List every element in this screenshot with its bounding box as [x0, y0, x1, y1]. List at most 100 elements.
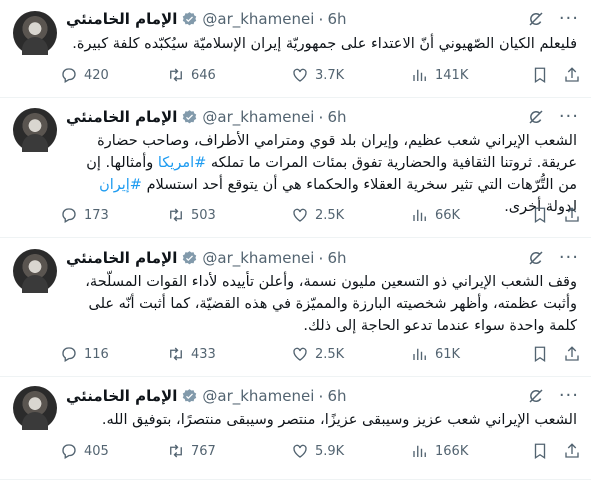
- verified-badge-icon: [183, 388, 197, 402]
- retweet-button[interactable]: 503: [167, 206, 291, 224]
- reply-icon: [62, 444, 76, 459]
- views-button[interactable]: 66K: [411, 206, 521, 224]
- grok-icon[interactable]: [527, 387, 545, 405]
- grok-icon[interactable]: [527, 249, 545, 267]
- like-count: 2.5K: [315, 207, 345, 223]
- reply-button[interactable]: 420: [60, 66, 167, 84]
- verified-badge-icon: [183, 11, 197, 25]
- more-icon[interactable]: ···: [559, 249, 579, 267]
- timestamp[interactable]: 6h: [327, 108, 346, 126]
- retweet-count: 503: [191, 207, 216, 223]
- reply-count: 420: [84, 67, 109, 83]
- tweet[interactable]: الإمام الخامنئي @ar_khamenei · 6h ··· فل…: [0, 0, 591, 98]
- view-count: 166K: [435, 443, 469, 459]
- like-count: 5.9K: [315, 443, 345, 459]
- views-icon: [413, 69, 426, 81]
- tweet[interactable]: الإمام الخامنئي @ar_khamenei · 6h ··· ال…: [0, 377, 591, 480]
- tweet-actions: 116 433 2.5K 61K: [60, 343, 581, 365]
- share-icon[interactable]: [563, 442, 581, 460]
- hashtag-link[interactable]: #إيران: [99, 177, 142, 193]
- reply-button[interactable]: 116: [60, 345, 167, 363]
- tweet-actions: 173 503 2.5K 66K: [60, 204, 581, 226]
- tweet-header: الإمام الخامنئي @ar_khamenei · 6h ···: [66, 9, 579, 29]
- bookmark-icon[interactable]: [531, 345, 549, 363]
- avatar[interactable]: [13, 386, 57, 430]
- like-button[interactable]: 5.9K: [291, 442, 411, 460]
- bookmark-icon[interactable]: [531, 206, 549, 224]
- avatar[interactable]: [13, 108, 57, 152]
- reply-count: 116: [84, 346, 109, 362]
- timestamp[interactable]: 6h: [327, 10, 346, 28]
- share-icon[interactable]: [563, 66, 581, 84]
- verified-badge-icon: [183, 250, 197, 264]
- like-count: 3.7K: [315, 67, 345, 83]
- like-icon: [293, 68, 307, 82]
- tweet-actions: 405 767 5.9K 166K: [60, 440, 581, 462]
- views-button[interactable]: 166K: [411, 442, 521, 460]
- tweet-header: الإمام الخامنئي @ar_khamenei · 6h ···: [66, 248, 579, 268]
- like-button[interactable]: 2.5K: [291, 345, 411, 363]
- reply-icon: [62, 347, 76, 362]
- handle[interactable]: @ar_khamenei: [202, 10, 314, 28]
- tweet[interactable]: الإمام الخامنئي @ar_khamenei · 6h ··· وق…: [0, 238, 591, 377]
- like-button[interactable]: 2.5K: [291, 206, 411, 224]
- display-name[interactable]: الإمام الخامنئي: [66, 108, 177, 126]
- share-icon[interactable]: [563, 206, 581, 224]
- separator-dot: ·: [318, 107, 324, 127]
- retweet-button[interactable]: 433: [167, 345, 291, 363]
- bookmark-icon[interactable]: [531, 442, 549, 460]
- view-count: 141K: [435, 67, 469, 83]
- more-icon[interactable]: ···: [559, 108, 579, 126]
- timestamp[interactable]: 6h: [327, 249, 346, 267]
- like-icon: [293, 444, 307, 458]
- reply-icon: [62, 68, 76, 83]
- tweet[interactable]: الإمام الخامنئي @ar_khamenei · 6h ··· ال…: [0, 98, 591, 238]
- view-count: 66K: [435, 207, 461, 223]
- avatar[interactable]: [13, 249, 57, 293]
- views-button[interactable]: 61K: [411, 345, 521, 363]
- grok-icon[interactable]: [527, 10, 545, 28]
- views-button[interactable]: 141K: [411, 66, 521, 84]
- retweet-button[interactable]: 767: [167, 442, 291, 460]
- verified-badge-icon: [183, 109, 197, 123]
- bookmark-icon[interactable]: [531, 66, 549, 84]
- tweet-text: وقف الشعب الإيراني ذو التسعين مليون نسمة…: [85, 274, 577, 334]
- timestamp[interactable]: 6h: [327, 387, 346, 405]
- separator-dot: ·: [318, 386, 324, 406]
- like-button[interactable]: 3.7K: [291, 66, 411, 84]
- reply-count: 173: [84, 207, 109, 223]
- view-count: 61K: [435, 346, 461, 362]
- retweet-button[interactable]: 646: [167, 66, 291, 84]
- reply-button[interactable]: 173: [60, 206, 167, 224]
- like-icon: [293, 347, 307, 361]
- display-name[interactable]: الإمام الخامنئي: [66, 387, 177, 405]
- handle[interactable]: @ar_khamenei: [202, 108, 314, 126]
- retweet-icon: [170, 208, 182, 222]
- handle[interactable]: @ar_khamenei: [202, 387, 314, 405]
- retweet-icon: [170, 68, 182, 82]
- reply-count: 405: [84, 443, 109, 459]
- hashtag-link[interactable]: #امريكا: [158, 155, 206, 171]
- tweet-header: الإمام الخامنئي @ar_khamenei · 6h ···: [66, 107, 579, 127]
- retweet-count: 646: [191, 67, 216, 83]
- display-name[interactable]: الإمام الخامنئي: [66, 10, 177, 28]
- handle[interactable]: @ar_khamenei: [202, 249, 314, 267]
- retweet-icon: [170, 444, 182, 458]
- tweet-header: الإمام الخامنئي @ar_khamenei · 6h ···: [66, 386, 579, 406]
- tweet-text: الشعب الإيراني شعب عزيز وسيبقى عزيزًا، م…: [101, 412, 577, 428]
- more-icon[interactable]: ···: [559, 10, 579, 28]
- like-count: 2.5K: [315, 346, 345, 362]
- share-icon[interactable]: [563, 345, 581, 363]
- tweet-feed: الإمام الخامنئي @ar_khamenei · 6h ··· فل…: [0, 0, 591, 480]
- tweet-text: فليعلم الكيان الصّهيوني أنّ الاعتداء على…: [72, 36, 577, 52]
- views-icon: [413, 209, 426, 221]
- reply-button[interactable]: 405: [60, 442, 167, 460]
- more-icon[interactable]: ···: [559, 387, 579, 405]
- separator-dot: ·: [318, 248, 324, 268]
- grok-icon[interactable]: [527, 108, 545, 126]
- retweet-count: 433: [191, 346, 216, 362]
- tweet-actions: 420 646 3.7K 141K: [60, 64, 581, 86]
- avatar[interactable]: [13, 11, 57, 55]
- views-icon: [413, 348, 426, 360]
- display-name[interactable]: الإمام الخامنئي: [66, 249, 177, 267]
